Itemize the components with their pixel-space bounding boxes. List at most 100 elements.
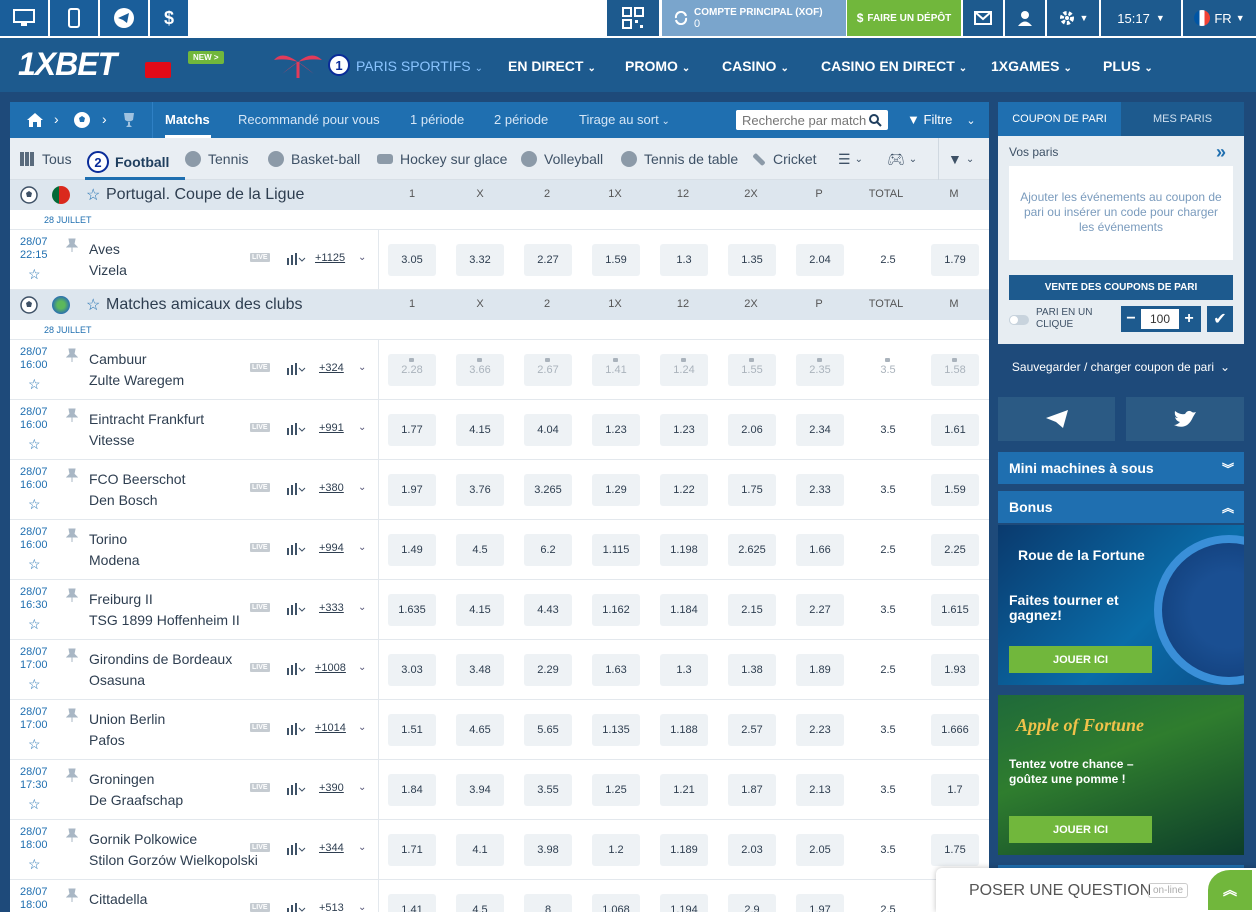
odds-button[interactable]: 8 xyxy=(524,894,572,912)
favorite-star-icon[interactable]: ☆ xyxy=(28,736,41,753)
favorite-star-icon[interactable]: ☆ xyxy=(86,185,100,205)
team-home[interactable]: FCO Beerschot xyxy=(89,471,185,487)
odds-button[interactable]: 1.188 xyxy=(660,714,708,746)
odds-button[interactable]: 1.184 xyxy=(660,594,708,626)
match-row[interactable]: 28/07 17:00 ☆ Girondins de Bordeaux Osasuna L… xyxy=(10,640,989,700)
statistics-icon[interactable] xyxy=(286,662,306,676)
odds-button[interactable]: 1.87 xyxy=(728,774,776,806)
match-row[interactable]: 28/07 17:30 ☆ Groningen De Graafschap LIVE +39… xyxy=(10,760,989,820)
odds-button[interactable]: 4.5 xyxy=(456,534,504,566)
statistics-icon[interactable] xyxy=(286,842,306,856)
odds-button[interactable]: 1.59 xyxy=(592,244,640,276)
odds-button[interactable]: 1.84 xyxy=(388,774,436,806)
chevron-down-icon[interactable]: ⌄ xyxy=(358,902,366,912)
odds-button[interactable]: 1.3 xyxy=(660,244,708,276)
stake-input[interactable]: 100 xyxy=(1141,309,1179,329)
odds-button[interactable]: 1.23 xyxy=(660,414,708,446)
filter-button[interactable]: ▼ Filtre ⌄ xyxy=(907,112,976,127)
team-away[interactable]: Pafos xyxy=(89,732,125,748)
odds-button[interactable]: 1.135 xyxy=(592,714,640,746)
match-row[interactable]: 28/07 17:00 ☆ Union Berlin Pafos LIVE +1014 ⌄ 1.… xyxy=(10,700,989,760)
odds-button[interactable]: 3.265 xyxy=(524,474,572,506)
league-header[interactable]: ☆ Matches amicaux des clubs 1 X 2 1X 12 2X P TOTA… xyxy=(10,290,989,320)
favorite-star-icon[interactable]: ☆ xyxy=(28,436,41,453)
team-away[interactable]: Vizela xyxy=(89,262,127,278)
more-bets-count[interactable]: +1008 xyxy=(315,662,346,674)
favorite-star-icon[interactable]: ☆ xyxy=(86,295,100,315)
odds-button[interactable]: 1.615 xyxy=(931,594,979,626)
sport-tennis[interactable]: Tennis xyxy=(185,151,248,167)
chevron-down-icon[interactable]: ⌄ xyxy=(358,252,366,263)
account-balance[interactable]: COMPTE PRINCIPAL (XOF) 0 xyxy=(662,0,846,36)
odds-button[interactable]: 4.43 xyxy=(524,594,572,626)
team-away[interactable]: Zulte Waregem xyxy=(89,372,184,388)
team-home[interactable]: Gornik Polkowice xyxy=(89,831,197,847)
odds-button[interactable]: 1.66 xyxy=(796,534,844,566)
odds-button[interactable]: 3.55 xyxy=(524,774,572,806)
twitter-share-button[interactable] xyxy=(1126,397,1244,441)
chevron-down-icon[interactable]: ⌄ xyxy=(358,422,366,433)
statistics-icon[interactable] xyxy=(286,542,306,556)
team-away[interactable]: Vitesse xyxy=(89,432,135,448)
esports-button[interactable]: 🎮︎ ⌄ xyxy=(887,151,917,168)
odds-button[interactable]: 4.04 xyxy=(524,414,572,446)
pin-icon[interactable] xyxy=(66,828,78,842)
odds-button[interactable]: 2.9 xyxy=(728,894,776,912)
odds-button[interactable]: 1.25 xyxy=(592,774,640,806)
more-bets-count[interactable]: +390 xyxy=(319,782,344,794)
match-row[interactable]: 28/07 16:00 ☆ Torino Modena LIVE +994 ⌄ 1.49 4.5 6… xyxy=(10,520,989,580)
more-bets-count[interactable]: +333 xyxy=(319,602,344,614)
odds-button[interactable]: 2.27 xyxy=(524,244,572,276)
tab-mes-paris[interactable]: MES PARIS xyxy=(1121,102,1244,136)
chevron-down-icon[interactable]: ⌄ xyxy=(358,362,366,373)
statistics-icon[interactable] xyxy=(286,252,306,266)
odds-button[interactable]: 2.35 xyxy=(796,354,844,386)
more-bets-count[interactable]: +344 xyxy=(319,842,344,854)
odds-button[interactable]: 2.67 xyxy=(524,354,572,386)
odds-button[interactable]: 2.03 xyxy=(728,834,776,866)
odds-button[interactable]: 4.1 xyxy=(456,834,504,866)
promo2-play-button[interactable]: JOUER ICI xyxy=(1009,816,1152,843)
mini-slots-header[interactable]: Mini machines à sous ︾ xyxy=(998,452,1244,484)
odds-button[interactable]: 1.89 xyxy=(796,654,844,686)
odds-button[interactable]: 1.38 xyxy=(728,654,776,686)
odds-button[interactable]: 2.13 xyxy=(796,774,844,806)
telegram-icon[interactable] xyxy=(100,0,148,36)
tab-recommande[interactable]: Recommandé pour vous xyxy=(238,112,380,127)
odds-button[interactable]: 6.2 xyxy=(524,534,572,566)
odds-button[interactable]: 1.24 xyxy=(660,354,708,386)
more-bets-count[interactable]: +991 xyxy=(319,422,344,434)
promo1-play-button[interactable]: JOUER ICI xyxy=(1009,646,1152,673)
odds-button[interactable]: 2.25 xyxy=(931,534,979,566)
user-icon[interactable] xyxy=(1005,0,1045,36)
pin-icon[interactable] xyxy=(66,408,78,422)
statistics-icon[interactable] xyxy=(286,782,306,796)
team-home[interactable]: Girondins de Bordeaux xyxy=(89,651,232,667)
team-away[interactable]: Stilon Gorzów Wielkopolski xyxy=(89,852,258,868)
favorite-star-icon[interactable]: ☆ xyxy=(28,796,41,813)
chevron-down-icon[interactable]: ⌄ xyxy=(358,842,366,853)
odds-button[interactable]: 2.34 xyxy=(796,414,844,446)
odds-button[interactable]: 1.51 xyxy=(388,714,436,746)
odds-button[interactable]: 1.29 xyxy=(592,474,640,506)
plus-button[interactable]: + xyxy=(1179,310,1199,328)
promo-wheel-of-fortune[interactable]: Roue de la Fortune Faites tourner et gag… xyxy=(998,525,1244,685)
sport-cricket[interactable]: Cricket xyxy=(752,151,817,167)
odds-button[interactable]: 1.068 xyxy=(592,894,640,912)
odds-button[interactable]: 3.76 xyxy=(456,474,504,506)
odds-button[interactable]: 1.189 xyxy=(660,834,708,866)
save-load-coupon[interactable]: Sauvegarder / charger coupon de pari ⌄ xyxy=(998,360,1244,374)
tab-matchs[interactable]: Matchs xyxy=(165,112,210,127)
odds-button[interactable]: 2.23 xyxy=(796,714,844,746)
chat-expand-icon[interactable]: ︽ xyxy=(1208,870,1252,910)
odds-button[interactable]: 1.58 xyxy=(931,354,979,386)
odds-button[interactable]: 1.63 xyxy=(592,654,640,686)
odds-button[interactable]: 3.32 xyxy=(456,244,504,276)
collapse-icon[interactable]: » xyxy=(1216,142,1226,163)
tab-1-periode[interactable]: 1 période xyxy=(410,112,464,127)
more-bets-count[interactable]: +513 xyxy=(319,902,344,912)
telegram-share-button[interactable] xyxy=(998,397,1115,441)
odds-button[interactable]: 1.22 xyxy=(660,474,708,506)
team-home[interactable]: Aves xyxy=(89,241,120,257)
odds-button[interactable]: 3.66 xyxy=(456,354,504,386)
